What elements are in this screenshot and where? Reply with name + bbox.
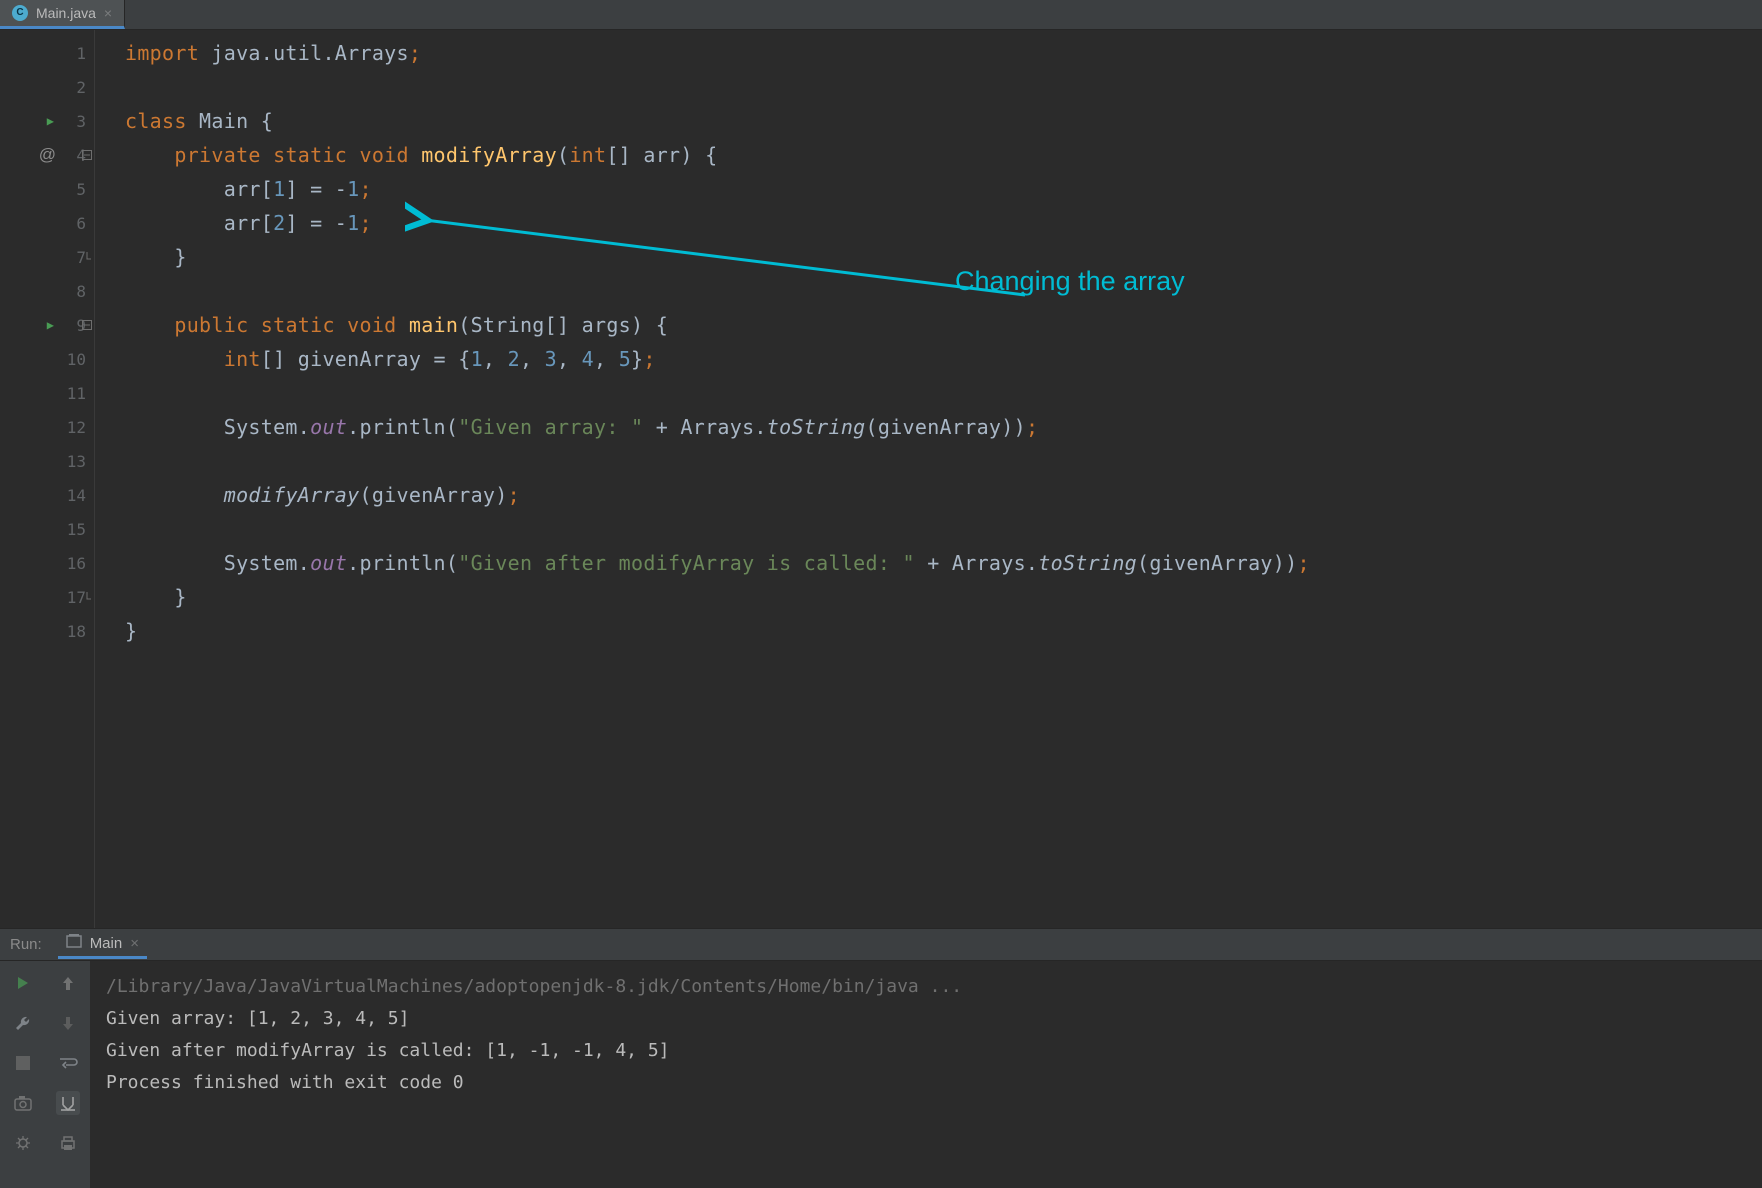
console-line: Process finished with exit code 0 xyxy=(106,1067,1746,1099)
run-config-icon xyxy=(66,933,82,953)
code-area[interactable]: Changing the array import java.util.Arra… xyxy=(95,30,1762,928)
gutter-row[interactable]: 13 xyxy=(0,444,94,478)
line-number: 1 xyxy=(64,44,86,63)
code-editor[interactable]: 12▶3@45678▶9101112131415161718 Changing … xyxy=(0,30,1762,928)
line-number: 12 xyxy=(64,418,86,437)
gutter-row[interactable]: 8 xyxy=(0,274,94,308)
run-toolbar-col2 xyxy=(45,961,90,1188)
fold-toggle-icon[interactable] xyxy=(82,252,92,262)
override-marker-icon[interactable]: @ xyxy=(39,145,56,165)
scroll-to-end-icon[interactable] xyxy=(56,1091,80,1115)
editor-tab-label: Main.java xyxy=(36,5,96,21)
code-line[interactable]: class Main { xyxy=(125,104,1762,138)
gutter-row[interactable]: 2 xyxy=(0,70,94,104)
stop-button[interactable] xyxy=(11,1051,35,1075)
code-line[interactable]: modifyArray(givenArray); xyxy=(125,478,1762,512)
editor-tab-bar: C Main.java × xyxy=(0,0,1762,30)
code-line[interactable] xyxy=(125,274,1762,308)
gutter-row[interactable]: 18 xyxy=(0,614,94,648)
gutter-row[interactable]: 17 xyxy=(0,580,94,614)
run-panel-label: Run: xyxy=(10,936,42,953)
rerun-button[interactable] xyxy=(11,971,35,995)
wrench-icon[interactable] xyxy=(11,1011,35,1035)
java-class-icon: C xyxy=(12,5,28,21)
code-line[interactable]: } xyxy=(125,240,1762,274)
run-header: Run: Main × xyxy=(0,929,1762,961)
code-line[interactable]: private static void modifyArray(int[] ar… xyxy=(125,138,1762,172)
debug-settings-icon[interactable] xyxy=(11,1131,35,1155)
code-line[interactable]: } xyxy=(125,580,1762,614)
fold-toggle-icon[interactable] xyxy=(82,150,92,160)
code-line[interactable] xyxy=(125,444,1762,478)
line-number: 16 xyxy=(64,554,86,573)
line-number: 11 xyxy=(64,384,86,403)
editor-gutter: 12▶3@45678▶9101112131415161718 xyxy=(0,30,95,928)
console-line: Given after modifyArray is called: [1, -… xyxy=(106,1035,1746,1067)
gutter-row[interactable]: 5 xyxy=(0,172,94,206)
run-line-marker-icon[interactable]: ▶ xyxy=(47,318,54,332)
fold-toggle-icon[interactable] xyxy=(82,320,92,330)
console-output[interactable]: /Library/Java/JavaVirtualMachines/adopto… xyxy=(90,961,1762,1188)
code-line[interactable]: System.out.println("Given array: " + Arr… xyxy=(125,410,1762,444)
gutter-row[interactable]: ▶3 xyxy=(0,104,94,138)
code-line[interactable] xyxy=(125,376,1762,410)
gutter-row[interactable]: 1 xyxy=(0,36,94,70)
line-number: 14 xyxy=(64,486,86,505)
line-number: 3 xyxy=(64,112,86,131)
camera-icon[interactable] xyxy=(11,1091,35,1115)
line-number: 5 xyxy=(64,180,86,199)
code-line[interactable]: import java.util.Arrays; xyxy=(125,36,1762,70)
gutter-row[interactable]: @4 xyxy=(0,138,94,172)
console-line: /Library/Java/JavaVirtualMachines/adopto… xyxy=(106,971,1746,1003)
run-toolbar-col1 xyxy=(0,961,45,1188)
line-number: 10 xyxy=(64,350,86,369)
line-number: 18 xyxy=(64,622,86,641)
up-arrow-icon[interactable] xyxy=(56,971,80,995)
gutter-row[interactable]: 14 xyxy=(0,478,94,512)
down-arrow-icon[interactable] xyxy=(56,1011,80,1035)
run-line-marker-icon[interactable]: ▶ xyxy=(47,114,54,128)
line-number: 13 xyxy=(64,452,86,471)
line-number: 2 xyxy=(64,78,86,97)
close-tab-icon[interactable]: × xyxy=(104,5,112,21)
fold-toggle-icon[interactable] xyxy=(82,592,92,602)
gutter-row[interactable]: 6 xyxy=(0,206,94,240)
gutter-row[interactable]: ▶9 xyxy=(0,308,94,342)
console-line: Given array: [1, 2, 3, 4, 5] xyxy=(106,1003,1746,1035)
code-line[interactable]: System.out.println("Given after modifyAr… xyxy=(125,546,1762,580)
gutter-row[interactable]: 15 xyxy=(0,512,94,546)
code-line[interactable]: int[] givenArray = {1, 2, 3, 4, 5}; xyxy=(125,342,1762,376)
gutter-row[interactable]: 7 xyxy=(0,240,94,274)
editor-tab-main-java[interactable]: C Main.java × xyxy=(0,0,125,29)
run-config-tab[interactable]: Main × xyxy=(58,931,147,959)
code-line[interactable]: arr[1] = -1; xyxy=(125,172,1762,206)
soft-wrap-icon[interactable] xyxy=(56,1051,80,1075)
code-line[interactable]: } xyxy=(125,614,1762,648)
code-line[interactable]: arr[2] = -1; xyxy=(125,206,1762,240)
code-line[interactable] xyxy=(125,70,1762,104)
print-icon[interactable] xyxy=(56,1131,80,1155)
run-tool-window: Run: Main × /Library/Java/JavaVirtualMac… xyxy=(0,928,1762,1188)
code-line[interactable]: public static void main(String[] args) { xyxy=(125,308,1762,342)
gutter-row[interactable]: 12 xyxy=(0,410,94,444)
close-run-tab-icon[interactable]: × xyxy=(130,935,139,952)
gutter-row[interactable]: 16 xyxy=(0,546,94,580)
line-number: 6 xyxy=(64,214,86,233)
run-config-name: Main xyxy=(90,935,123,952)
line-number: 15 xyxy=(64,520,86,539)
line-number: 8 xyxy=(64,282,86,301)
gutter-row[interactable]: 10 xyxy=(0,342,94,376)
gutter-row[interactable]: 11 xyxy=(0,376,94,410)
code-line[interactable] xyxy=(125,512,1762,546)
